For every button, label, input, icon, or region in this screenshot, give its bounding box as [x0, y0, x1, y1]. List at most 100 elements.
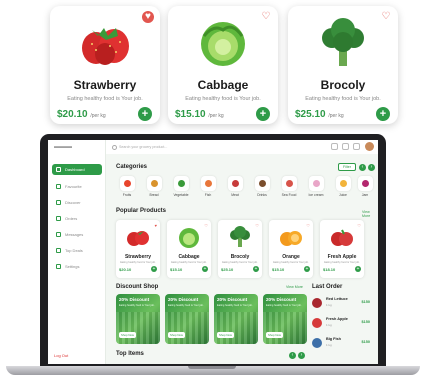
add-to-cart-button[interactable]: + — [138, 107, 152, 121]
shop-now-button[interactable]: Shop Now — [266, 332, 283, 338]
popular-product-card[interactable]: ♡ Orange Eating healthy food is Your job… — [269, 220, 313, 278]
add-to-cart-button[interactable]: + — [151, 266, 157, 272]
discount-card[interactable]: 20% Discount Eating healthy food is Your… — [214, 294, 258, 344]
category-jam[interactable]: Jam — [353, 176, 377, 200]
product-card-strawberry[interactable]: ♥ Strawberry Eating healthy food is Your… — [50, 6, 160, 124]
category-fish[interactable]: Fish — [196, 176, 220, 200]
popular-product-card[interactable]: ♡ Cabbage Eating healthy food is Your jo… — [167, 220, 211, 278]
logo: ▬▬▬ — [54, 144, 72, 150]
discount-card[interactable]: 20% Discount Eating healthy food is Your… — [263, 294, 307, 344]
showcase-stage: ♥ Strawberry Eating healthy food is Your… — [0, 0, 424, 378]
mail-icon[interactable] — [353, 143, 360, 150]
product-name: Brocoly — [320, 78, 366, 92]
category-sea-food[interactable]: Sea Food — [277, 176, 301, 200]
heart-icon[interactable]: ♥ — [155, 223, 157, 228]
broccoli-image — [322, 18, 364, 66]
add-to-cart-button[interactable]: + — [253, 266, 259, 272]
product-desc: Eating healthy food is Your job. — [185, 96, 261, 102]
cart-icon — [56, 216, 61, 221]
add-to-cart-button[interactable]: + — [202, 266, 208, 272]
categories-title: Categories — [116, 164, 148, 170]
strawberry-image — [82, 28, 129, 65]
sidebar-item-orders[interactable]: Orders — [52, 213, 102, 224]
heart-icon[interactable]: ♡ — [380, 11, 392, 23]
sidebar-item-dashboard[interactable]: Dashboard — [52, 164, 102, 175]
cabbage-image — [179, 228, 199, 248]
dashboard-icon — [56, 167, 61, 172]
heart-icon[interactable]: ♡ — [306, 223, 310, 228]
discount-card[interactable]: 20% Discount Eating healthy food is Your… — [116, 294, 160, 344]
category-juice[interactable]: Juice — [331, 176, 355, 200]
discount-shop-title: Discount Shop — [116, 284, 159, 290]
search-icon — [112, 145, 117, 150]
sidebar-item-favourite[interactable]: Favourite — [52, 181, 102, 192]
gear-icon — [56, 264, 61, 269]
top-items-title: Top Items — [116, 351, 144, 357]
category-bread[interactable]: Bread — [142, 176, 166, 200]
product-desc: Eating healthy food is Your job. — [67, 96, 143, 102]
order-row[interactable]: Red Lettuce 1 kg $150 — [310, 296, 374, 312]
popular-product-card[interactable]: ♡ Fresh Apple Eating healthy food is You… — [320, 220, 364, 278]
sidebar-item-top-deals[interactable]: Top Deals — [52, 245, 102, 256]
shop-now-button[interactable]: Shop Now — [217, 332, 234, 338]
next-arrow-icon[interactable]: › — [368, 164, 375, 171]
view-more-link[interactable]: View More — [362, 210, 378, 218]
heart-icon[interactable]: ♡ — [260, 11, 272, 23]
message-icon — [56, 232, 61, 237]
next-arrow-icon[interactable]: › — [298, 352, 305, 359]
heart-icon — [56, 184, 61, 189]
sidebar-item-messages[interactable]: Messages — [52, 229, 102, 240]
view-more-link[interactable]: View More — [286, 285, 303, 289]
category-vegetable[interactable]: Vegetable — [169, 176, 193, 200]
order-row[interactable]: Fresh Apple 1 kg $150 — [310, 316, 374, 332]
compass-icon — [56, 200, 61, 205]
apple-image — [312, 318, 322, 328]
shop-now-button[interactable]: Shop Now — [168, 332, 185, 338]
add-to-cart-button[interactable]: + — [376, 107, 390, 121]
category-ice-cream[interactable]: Ice cream — [304, 176, 328, 200]
order-row[interactable]: Big Fish 1 kg $150 — [310, 336, 374, 352]
bell-icon[interactable] — [342, 143, 349, 150]
product-desc: Eating healthy food is Your job. — [305, 96, 381, 102]
product-price: $25.10 /per kg — [295, 109, 344, 120]
fish-image — [312, 338, 322, 348]
sidebar: ▬▬▬ Dashboard Favourite Discover Orders … — [48, 140, 106, 364]
discount-card[interactable]: 20% Discount Eating healthy food is Your… — [165, 294, 209, 344]
add-to-cart-button[interactable]: + — [355, 266, 361, 272]
heart-icon[interactable]: ♡ — [204, 223, 208, 228]
popular-product-card[interactable]: ♡ Brocoly Eating healthy food is Your jo… — [218, 220, 262, 278]
add-to-cart-button[interactable]: + — [256, 107, 270, 121]
category-meat[interactable]: Meat — [223, 176, 247, 200]
sidebar-item-settings[interactable]: Settings — [52, 261, 102, 272]
avatar[interactable] — [365, 142, 374, 151]
cart-icon[interactable] — [331, 143, 338, 150]
heart-icon[interactable]: ♡ — [357, 223, 361, 228]
search-input[interactable]: Search your grocery product... — [111, 144, 201, 151]
product-price: $15.10 /per kg — [175, 109, 224, 120]
popular-products-title: Popular Products — [116, 208, 167, 214]
shop-now-button[interactable]: Shop Now — [119, 332, 136, 338]
prev-arrow-icon[interactable]: ‹ — [289, 352, 296, 359]
prev-arrow-icon[interactable]: ‹ — [359, 164, 366, 171]
product-name: Strawberry — [73, 78, 137, 92]
orange-image — [280, 231, 302, 246]
top-bar: Search your grocery product... — [106, 140, 378, 154]
product-name: Cabbage — [197, 78, 249, 92]
lettuce-image — [312, 298, 322, 308]
last-order-title: Last Order — [312, 284, 343, 290]
dashboard-screen: ▬▬▬ Dashboard Favourite Discover Orders … — [48, 140, 378, 364]
add-to-cart-button[interactable]: + — [304, 266, 310, 272]
sidebar-item-discover[interactable]: Discover — [52, 197, 102, 208]
category-drinks[interactable]: Drinks — [250, 176, 274, 200]
heart-icon[interactable]: ♥ — [142, 11, 154, 23]
strawberry-image — [127, 231, 149, 246]
filter-button[interactable]: Filter — [338, 163, 356, 171]
product-card-cabbage[interactable]: ♡ Cabbage Eating healthy food is Your jo… — [168, 6, 278, 124]
heart-icon[interactable]: ♡ — [255, 223, 259, 228]
tag-icon — [56, 248, 61, 253]
category-fruits[interactable]: Fruits — [115, 176, 139, 200]
popular-product-card[interactable]: ♥ Strawberry Eating healthy food is Your… — [116, 220, 160, 278]
product-card-brocoly[interactable]: ♡ Brocoly Eating healthy food is Your jo… — [288, 6, 398, 124]
laptop-notch — [188, 366, 236, 369]
logout-button[interactable]: Log Out — [54, 353, 68, 358]
